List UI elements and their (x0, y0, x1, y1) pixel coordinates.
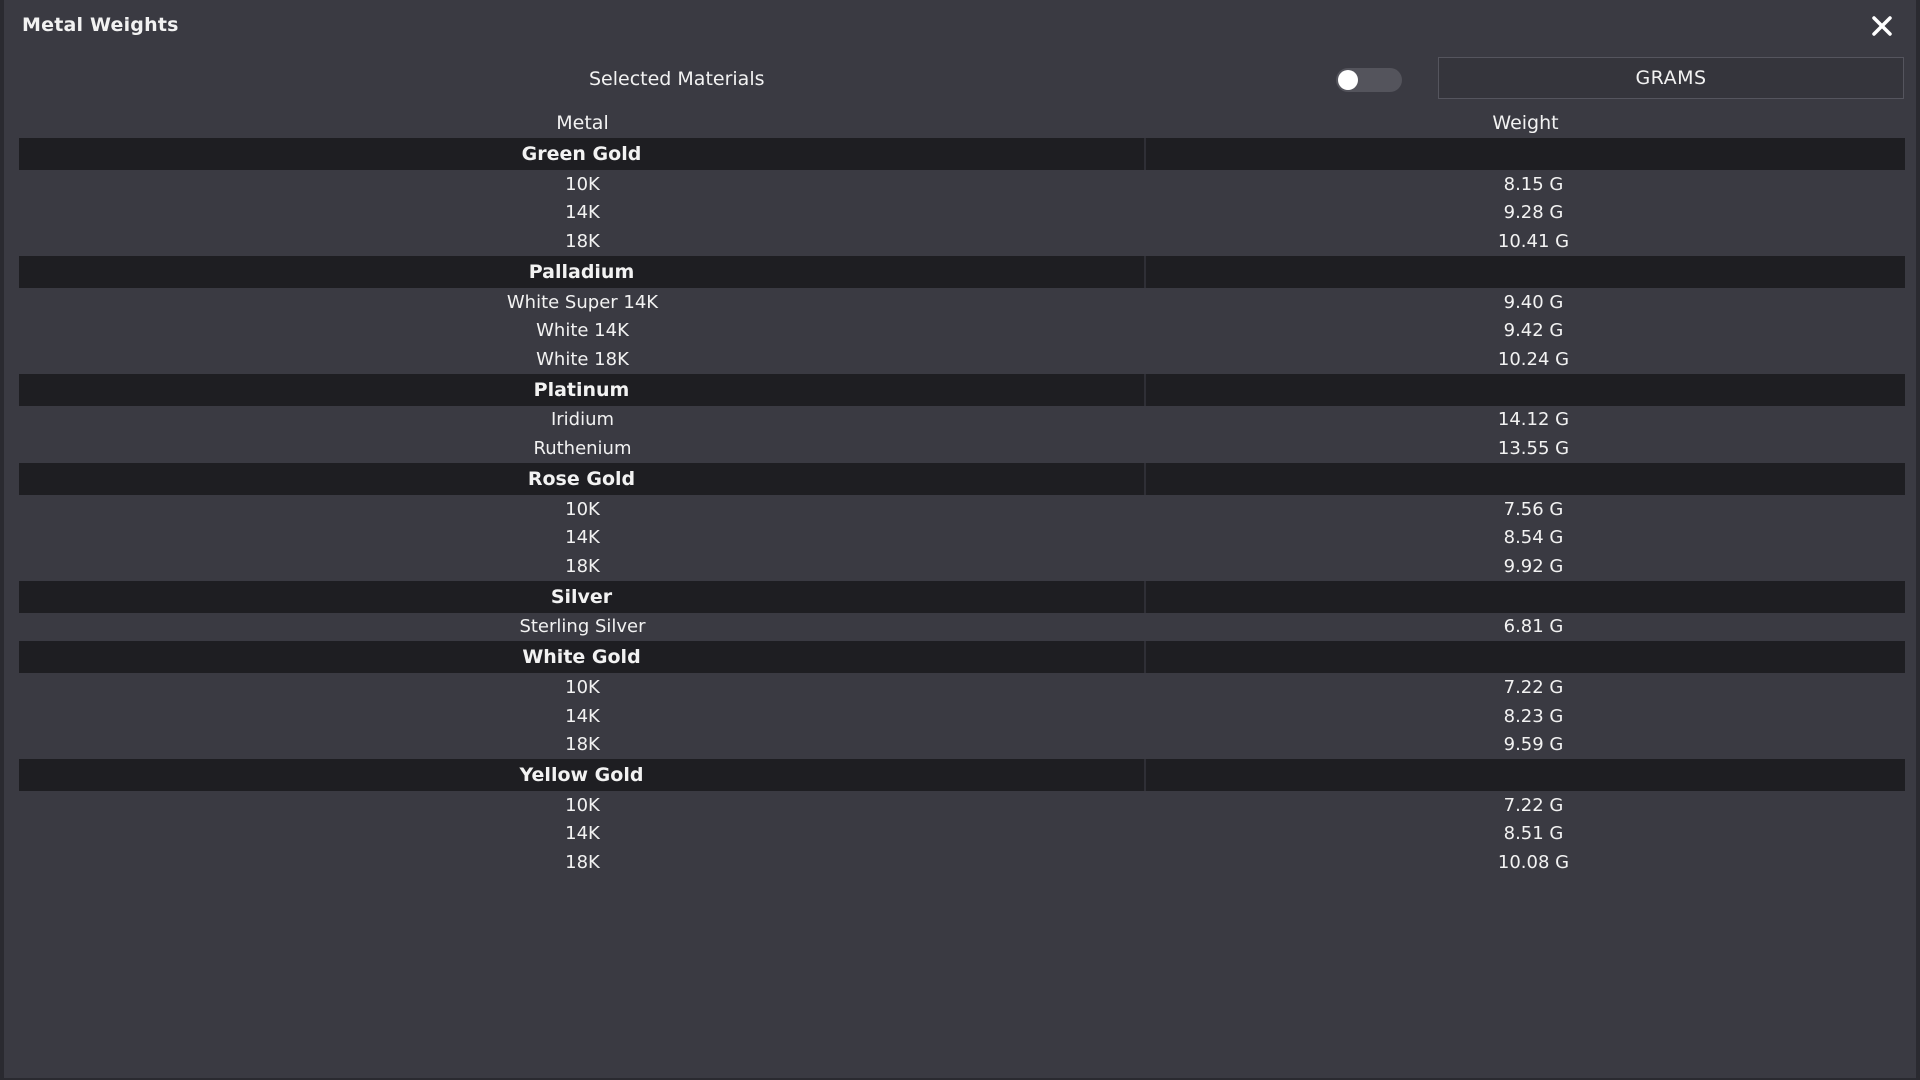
group-row: Silver (19, 580, 1905, 613)
metal-cell: White 14K (536, 320, 629, 342)
metal-cell: 18K (565, 734, 600, 756)
table-row: 10K 8.15 G (19, 170, 1905, 199)
table-row: 14K 8.51 G (19, 820, 1905, 849)
metal-cell: 18K (565, 230, 600, 252)
weight-cell: 8.54 G (1503, 527, 1564, 549)
weight-cell: 7.56 G (1503, 498, 1564, 520)
table-row: White 18K 10.24 G (19, 345, 1905, 374)
metal-cell: 18K (565, 555, 600, 577)
weight-cell: 6.81 G (1503, 616, 1564, 638)
group-row: Rose Gold (19, 462, 1905, 495)
weight-cell: 8.51 G (1503, 823, 1564, 845)
weight-cell: 10.41 G (1497, 230, 1570, 252)
metal-cell: Ruthenium (533, 437, 632, 459)
table-row: 10K 7.22 G (19, 673, 1905, 702)
toolbar: Selected Materials GRAMS (4, 52, 1916, 104)
metal-weights-table: Metal Weight Green Gold 10K 8.15 G 14K 9.28 … (19, 108, 1905, 877)
metal-cell: 14K (565, 823, 600, 845)
table-row: 14K 9.28 G (19, 199, 1905, 228)
metal-cell: 10K (565, 676, 600, 698)
table-row: 14K 8.23 G (19, 702, 1905, 731)
weight-cell: 10.08 G (1497, 851, 1570, 873)
group-name: Platinum (19, 373, 1146, 406)
selected-materials-label: Selected Materials (589, 68, 765, 90)
metal-cell: 18K (565, 851, 600, 873)
metal-cell: 14K (565, 527, 600, 549)
metal-cell: 14K (565, 705, 600, 727)
table-row: White 14K 9.42 G (19, 316, 1905, 345)
group-name: Silver (19, 580, 1146, 613)
metal-cell: White Super 14K (506, 291, 659, 313)
group-row: Palladium (19, 255, 1905, 288)
table-row: Iridium 14.12 G (19, 406, 1905, 435)
group-name: Green Gold (19, 138, 1146, 170)
weight-cell: 9.59 G (1503, 734, 1564, 756)
table-row: 14K 8.54 G (19, 523, 1905, 552)
table-row: 18K 9.92 G (19, 552, 1905, 581)
metal-cell: Iridium (550, 409, 615, 431)
group-name: Yellow Gold (19, 758, 1146, 791)
table-row: White Super 14K 9.40 G (19, 288, 1905, 317)
table-row: 10K 7.22 G (19, 791, 1905, 820)
selected-materials-toggle[interactable] (1336, 68, 1402, 92)
close-icon (1872, 16, 1892, 36)
metal-cell: 10K (565, 498, 600, 520)
metal-cell: Sterling Silver (519, 616, 646, 638)
close-button[interactable] (1864, 8, 1900, 44)
metal-column-header: Metal (556, 112, 609, 134)
group-name: Rose Gold (19, 462, 1146, 495)
units-button[interactable]: GRAMS (1438, 57, 1904, 99)
title-bar: Metal Weights (4, 0, 1916, 52)
weight-cell: 9.40 G (1503, 291, 1564, 313)
weight-cell: 9.42 G (1503, 320, 1564, 342)
dialog-title: Metal Weights (22, 14, 179, 36)
toggle-knob (1338, 70, 1358, 90)
weight-cell: 14.12 G (1497, 409, 1570, 431)
metal-weights-dialog: Metal Weights Selected Materials GRAMS M… (0, 0, 1920, 1080)
weight-cell: 8.15 G (1503, 173, 1564, 195)
table-row: 18K 9.59 G (19, 730, 1905, 759)
weight-cell: 10.24 G (1497, 348, 1570, 370)
table-row: 10K 7.56 G (19, 495, 1905, 524)
weight-column-header: Weight (1492, 112, 1559, 134)
metal-cell: 10K (565, 173, 600, 195)
weight-cell: 7.22 G (1503, 676, 1564, 698)
table-row: Sterling Silver 6.81 G (19, 613, 1905, 642)
group-name: Palladium (19, 255, 1146, 288)
table-row: 18K 10.41 G (19, 227, 1905, 256)
group-row: Yellow Gold (19, 758, 1905, 791)
table-body: Green Gold 10K 8.15 G 14K 9.28 G 18K 10.41 G Pa… (19, 138, 1905, 877)
weight-cell: 9.92 G (1503, 555, 1564, 577)
table-header: Metal Weight (19, 108, 1905, 138)
metal-cell: 14K (565, 202, 600, 224)
table-row: 18K 10.08 G (19, 848, 1905, 877)
weight-cell: 9.28 G (1503, 202, 1564, 224)
group-row: Green Gold (19, 138, 1905, 170)
weight-cell: 8.23 G (1503, 705, 1564, 727)
group-row: White Gold (19, 641, 1905, 674)
metal-cell: 10K (565, 794, 600, 816)
group-row: Platinum (19, 373, 1905, 406)
weight-cell: 7.22 G (1503, 794, 1564, 816)
weight-cell: 13.55 G (1497, 437, 1570, 459)
metal-cell: White 18K (536, 348, 629, 370)
group-name: White Gold (19, 641, 1146, 674)
table-row: Ruthenium 13.55 G (19, 434, 1905, 463)
